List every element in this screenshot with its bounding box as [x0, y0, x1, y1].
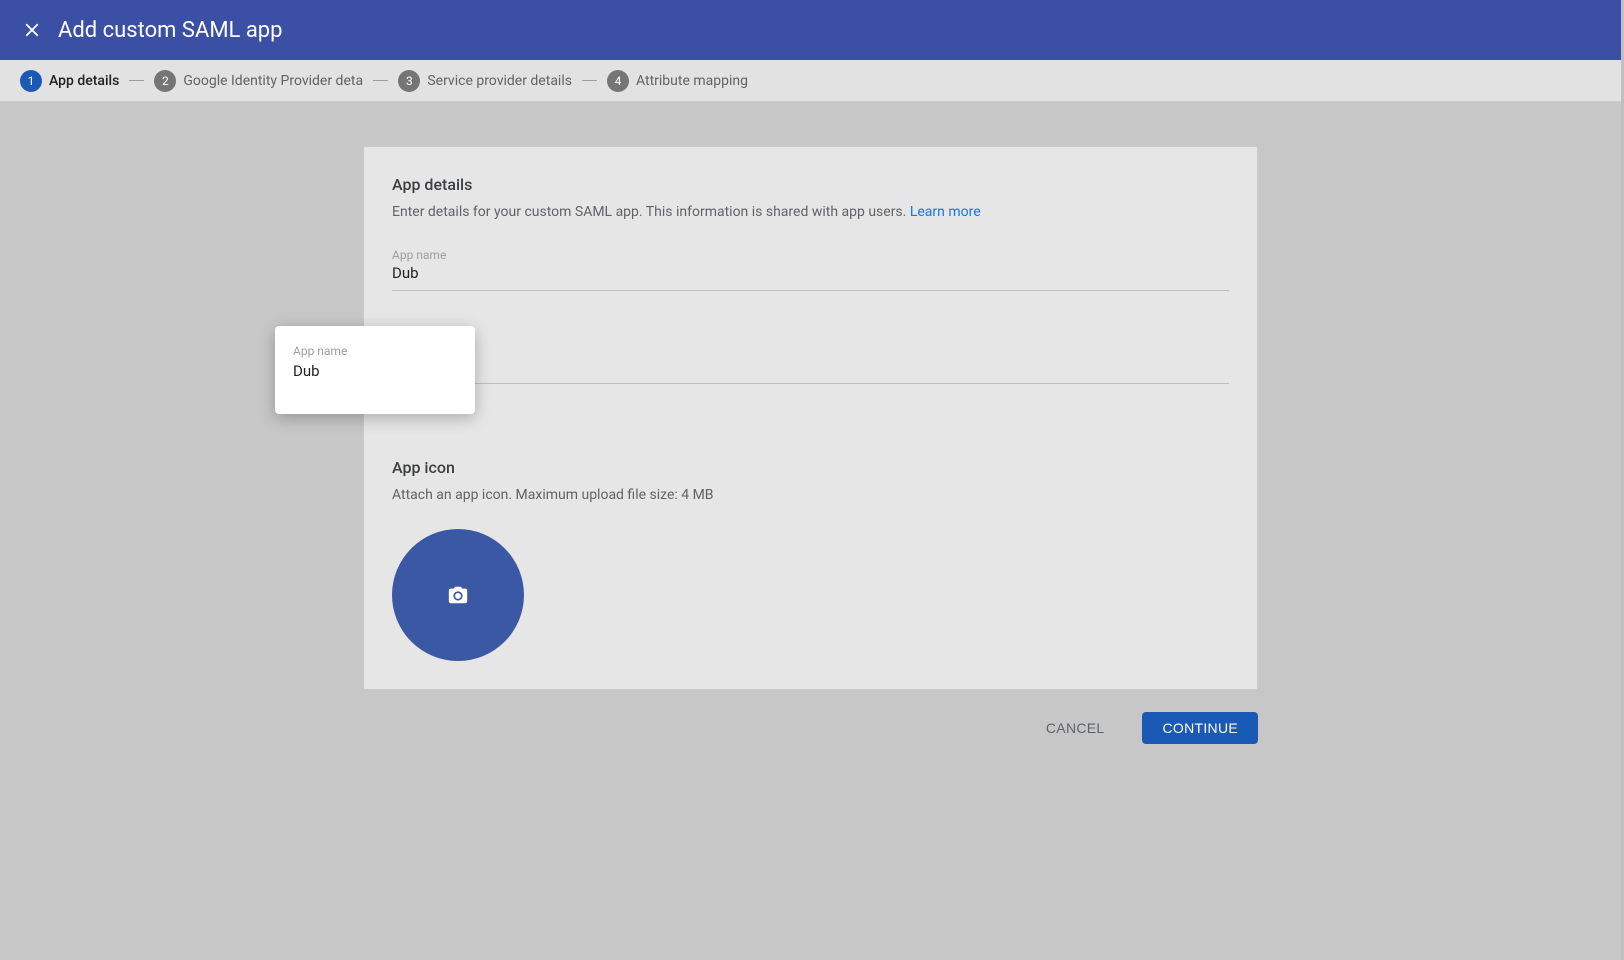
- step-number: 2: [154, 70, 176, 92]
- footer-buttons: CANCEL CONTINUE: [363, 712, 1258, 744]
- step-app-details[interactable]: 1 App details: [20, 70, 119, 92]
- description-field[interactable]: Description: [392, 339, 1229, 384]
- step-number: 1: [20, 70, 42, 92]
- popup-app-name-label: App name: [293, 344, 457, 358]
- step-sp-details[interactable]: 3 Service provider details: [398, 70, 572, 92]
- close-button[interactable]: [12, 10, 52, 50]
- camera-icon: [447, 584, 469, 606]
- step-attribute-mapping[interactable]: 4 Attribute mapping: [607, 70, 748, 92]
- popup-app-name-value: Dub: [293, 362, 457, 380]
- page-body: App details Enter details for your custo…: [0, 102, 1621, 960]
- step-label: Service provider details: [427, 73, 572, 89]
- step-number: 3: [398, 70, 420, 92]
- close-icon: [21, 19, 43, 41]
- cancel-button[interactable]: CANCEL: [1026, 712, 1125, 744]
- step-connector: [373, 80, 388, 81]
- app-name-value: Dub: [392, 264, 1229, 282]
- step-connector: [582, 80, 597, 81]
- step-label: Google Identity Provider details: [183, 73, 363, 89]
- section-title-app-details: App details: [392, 175, 1229, 194]
- description-placeholder: Description: [392, 357, 1229, 375]
- section-desc-app-icon: Attach an app icon. Maximum upload file …: [392, 487, 1229, 503]
- step-label: Attribute mapping: [636, 73, 748, 89]
- icon-upload-button[interactable]: [392, 529, 524, 661]
- learn-more-link[interactable]: Learn more: [910, 204, 981, 220]
- app-name-field-background[interactable]: App name Dub: [392, 246, 1229, 291]
- step-connector: [129, 80, 144, 81]
- step-label: App details: [49, 73, 119, 89]
- dialog-title: Add custom SAML app: [58, 18, 283, 43]
- section-title-app-icon: App icon: [392, 458, 1229, 477]
- continue-button[interactable]: CONTINUE: [1142, 712, 1258, 744]
- step-idp-details[interactable]: 2 Google Identity Provider details: [154, 70, 363, 92]
- app-name-label: App name: [392, 248, 446, 262]
- dialog-header: Add custom SAML app: [0, 0, 1621, 60]
- stepper: 1 App details 2 Google Identity Provider…: [0, 60, 1621, 102]
- app-details-card: App details Enter details for your custo…: [363, 146, 1258, 690]
- section-desc-app-details: Enter details for your custom SAML app. …: [392, 204, 1229, 220]
- app-name-autocomplete-popup[interactable]: App name Dub: [275, 326, 475, 414]
- step-number: 4: [607, 70, 629, 92]
